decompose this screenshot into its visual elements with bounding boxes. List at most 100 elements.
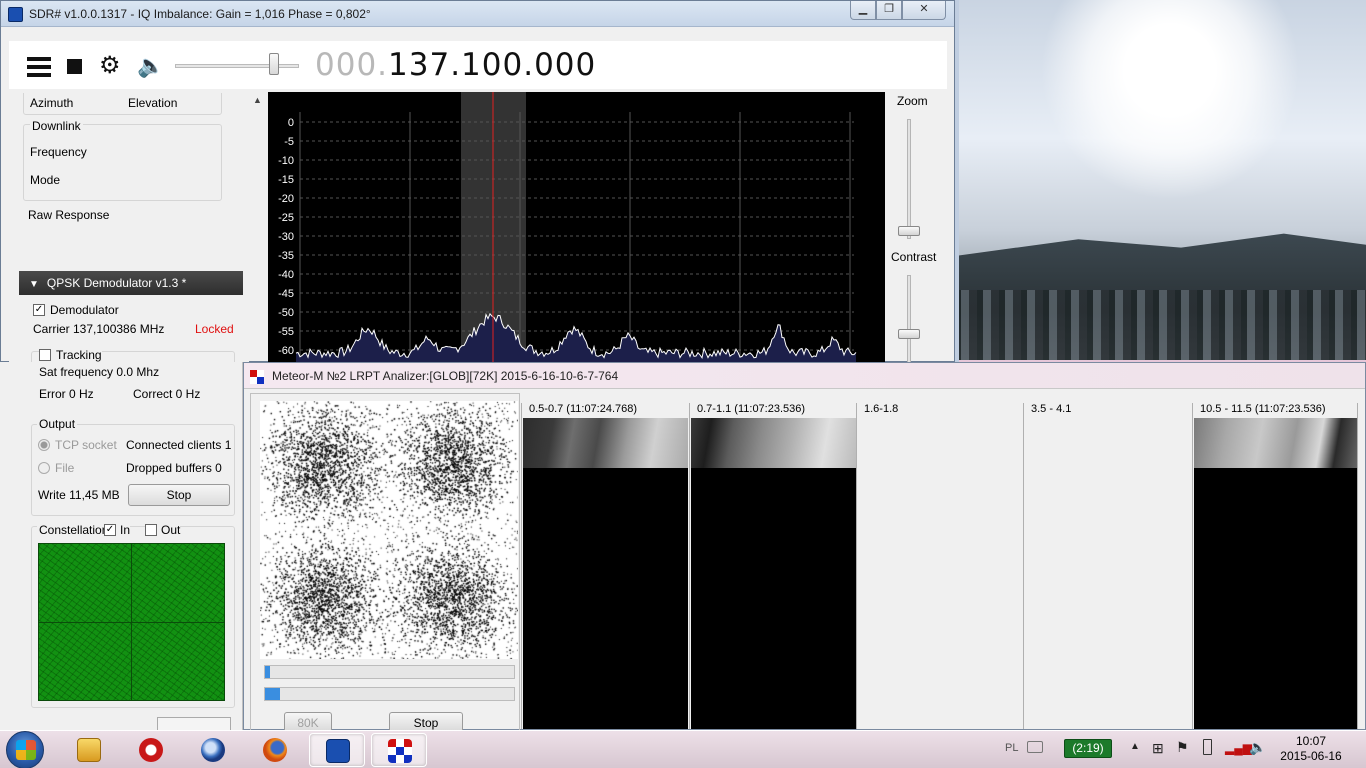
thunderbird-icon bbox=[201, 738, 225, 762]
scroll-up-arrow-icon[interactable]: ▲ bbox=[253, 95, 262, 105]
taskbar-meteor-analyzer[interactable] bbox=[371, 733, 427, 767]
contrast-slider-thumb[interactable] bbox=[898, 329, 920, 339]
speaker-icon[interactable]: 🔈 bbox=[137, 55, 164, 77]
carrier-readout: Carrier 137,100386 MHz bbox=[33, 322, 165, 336]
y-tick-label: -50 bbox=[278, 307, 294, 319]
sat-frequency-readout: Sat frequency 0.0 Mhz bbox=[39, 365, 160, 379]
battery-time-badge[interactable]: (2:19) bbox=[1064, 739, 1112, 758]
contrast-label: Contrast bbox=[891, 250, 937, 264]
out-checkbox-row[interactable]: Out bbox=[145, 523, 181, 537]
channel-panel-5: 10.5 - 11.5 (11:07:23.536) bbox=[1192, 403, 1359, 729]
y-tick-label: -20 bbox=[278, 193, 294, 205]
channel-5-strip bbox=[1194, 418, 1359, 468]
network-icon[interactable]: ⊞ bbox=[1152, 740, 1164, 757]
y-tick-label: -25 bbox=[278, 212, 294, 224]
action-center-flag-icon[interactable]: ⚑ bbox=[1176, 739, 1189, 756]
zoom-label: Zoom bbox=[897, 94, 928, 108]
sdr-left-panel: Azimuth Elevation Downlink Frequency Mod… bbox=[9, 93, 249, 363]
tracking-checkbox-row[interactable]: Tracking bbox=[39, 348, 102, 362]
in-checkbox-row[interactable]: ✓ In bbox=[104, 523, 131, 537]
sdrsharp-window: SDR# v1.0.0.1317 - IQ Imbalance: Gain = … bbox=[0, 0, 955, 363]
meteor-stop-button[interactable]: Stop bbox=[389, 712, 463, 730]
demodulator-checkbox[interactable]: ✓ bbox=[33, 304, 45, 316]
channel-3-label: 1.6-1.8 bbox=[864, 403, 899, 415]
tcp-socket-radio-row[interactable]: TCP socket bbox=[38, 438, 117, 452]
constellation-axis-h bbox=[39, 622, 224, 623]
channel-1-strip bbox=[523, 418, 688, 468]
taskbar-explorer[interactable] bbox=[61, 733, 117, 767]
spectrum-y-ticks: 0 -5 -10 -15 -20 -25 -30 -35 -40 -45 -50 -55 -60 bbox=[278, 117, 294, 357]
start-button[interactable] bbox=[6, 731, 44, 768]
keyboard-icon[interactable] bbox=[1027, 741, 1043, 753]
channel-1-label: 0.5-0.7 (11:07:24.768) bbox=[529, 403, 638, 415]
80k-button[interactable]: 80K bbox=[284, 712, 332, 730]
tracking-label: Tracking bbox=[56, 348, 102, 362]
close-button[interactable]: ✕ bbox=[902, 1, 946, 20]
volume-tray-icon[interactable]: 🔈 bbox=[1249, 739, 1266, 756]
file-radio[interactable] bbox=[38, 462, 50, 474]
qpsk-panel-header[interactable]: ▼ QPSK Demodulator v1.3 * bbox=[19, 271, 243, 295]
in-label: In bbox=[120, 523, 131, 537]
meteor-right-edge bbox=[1357, 403, 1365, 729]
restore-button[interactable]: ❐ bbox=[876, 1, 902, 20]
channel-2-image bbox=[691, 418, 856, 729]
show-hidden-icons-icon[interactable]: ▲ bbox=[1130, 741, 1140, 752]
demodulator-checkbox-row[interactable]: ✓ Demodulator bbox=[33, 303, 119, 317]
gear-icon[interactable]: ⚙ bbox=[99, 54, 121, 78]
spectrum-analyzer[interactable]: 0 -5 -10 -15 -20 -25 -30 -35 -40 -45 -50 -55 -60 bbox=[268, 92, 885, 363]
connected-clients-readout: Connected clients 1 bbox=[126, 438, 232, 452]
locked-status: Locked bbox=[195, 322, 234, 336]
progress-bar-1 bbox=[264, 665, 515, 679]
constellation-plot bbox=[38, 543, 225, 701]
downlink-group bbox=[23, 124, 222, 201]
spectrum-grid bbox=[299, 112, 854, 363]
progress-bar-2 bbox=[264, 687, 515, 701]
in-checkbox[interactable]: ✓ bbox=[104, 524, 116, 536]
channel-5-image bbox=[1194, 418, 1359, 729]
meteor-titlebar[interactable]: Meteor-M №2 LRPT Analizer:[GLOB][72K] 20… bbox=[244, 363, 1365, 389]
y-tick-label: -40 bbox=[278, 269, 294, 281]
hamburger-menu-icon[interactable] bbox=[27, 57, 51, 77]
taskbar-thunderbird[interactable] bbox=[185, 733, 241, 767]
clock[interactable]: 10:07 2015-06-16 bbox=[1278, 734, 1344, 764]
volume-slider-track[interactable] bbox=[175, 64, 299, 68]
clock-time: 10:07 bbox=[1295, 734, 1327, 748]
signal-icon[interactable]: ▂▄▆ bbox=[1225, 741, 1252, 755]
out-checkbox[interactable] bbox=[145, 524, 157, 536]
channel-2-strip bbox=[691, 418, 856, 468]
contrast-slider-track[interactable] bbox=[907, 275, 911, 363]
taskbar-firefox[interactable] bbox=[247, 733, 303, 767]
tracking-checkbox[interactable] bbox=[39, 349, 51, 361]
clock-date: 2015-06-16 bbox=[1280, 749, 1342, 763]
meteor-window-title: Meteor-M №2 LRPT Analizer:[GLOB][72K] 20… bbox=[272, 369, 619, 383]
stop-icon[interactable] bbox=[67, 59, 82, 74]
language-indicator[interactable]: PL bbox=[1005, 742, 1018, 754]
error-readout: Error 0 Hz bbox=[39, 387, 94, 401]
channel-4-label: 3.5 - 4.1 bbox=[1031, 403, 1072, 415]
zoom-slider-thumb[interactable] bbox=[898, 226, 920, 236]
sdr-toolbar: ⚙ 🔈 000.137.100.000 bbox=[9, 41, 947, 89]
channel-5-label: 10.5 - 11.5 (11:07:23.536) bbox=[1200, 403, 1326, 415]
taskbar-sdrsharp[interactable] bbox=[309, 733, 365, 767]
progress-bar-1-fill bbox=[265, 666, 270, 678]
sdrsharp-app-icon bbox=[8, 7, 23, 22]
tcp-socket-radio[interactable] bbox=[38, 439, 50, 451]
taskbar-opera[interactable] bbox=[123, 733, 179, 767]
sdr-titlebar[interactable]: SDR# v1.0.0.1317 - IQ Imbalance: Gain = … bbox=[1, 1, 954, 27]
minimize-button[interactable]: ▁ bbox=[850, 1, 876, 20]
channel-panel-4: 3.5 - 4.1 bbox=[1023, 403, 1190, 729]
zoom-slider-track[interactable] bbox=[907, 119, 911, 239]
partial-button[interactable] bbox=[157, 717, 231, 730]
file-radio-row[interactable]: File bbox=[38, 461, 74, 475]
raw-response-label: Raw Response bbox=[28, 208, 110, 222]
frequency-display[interactable]: 000.137.100.000 bbox=[315, 47, 596, 83]
battery-tray-icon[interactable] bbox=[1203, 739, 1212, 755]
sdr-window-title: SDR# v1.0.0.1317 - IQ Imbalance: Gain = … bbox=[29, 7, 371, 21]
taskbar: PL ▲ ⊞ ⚑ ▂▄▆ 🔈 bbox=[0, 730, 1366, 768]
output-stop-button[interactable]: Stop bbox=[128, 484, 230, 506]
channel-panel-2: 0.7-1.1 (11:07:23.536) bbox=[689, 403, 856, 729]
frequency-label: Frequency bbox=[30, 145, 87, 159]
y-tick-label: 0 bbox=[288, 117, 294, 129]
trees bbox=[955, 290, 1366, 370]
volume-slider-thumb[interactable] bbox=[269, 53, 280, 75]
